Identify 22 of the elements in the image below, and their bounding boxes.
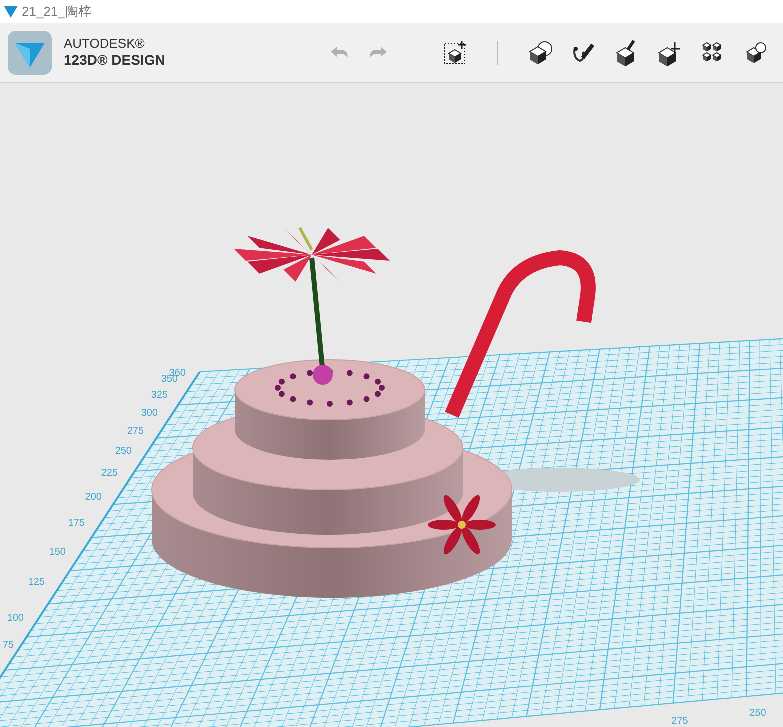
cube-group-icon[interactable]: [743, 40, 768, 66]
product-name: 123D® DESIGN: [64, 52, 166, 70]
grid-label: 100: [7, 613, 24, 624]
brand-name: AUTODESK®: [64, 36, 146, 52]
app-logo-icon: [4, 6, 18, 18]
grid-label: 175: [68, 518, 85, 529]
grid-label: 300: [141, 408, 158, 419]
grid-label: 150: [49, 547, 66, 558]
grid-label: 75: [2, 640, 14, 651]
window-title: 21_21_陶梓: [22, 2, 92, 21]
cube-sphere-icon[interactable]: [528, 40, 552, 66]
grid-label: 275: [127, 426, 144, 437]
grid-label: 250: [115, 446, 132, 457]
cube-arrows-icon[interactable]: [657, 40, 682, 66]
grid-label: 275: [672, 716, 688, 727]
grid-label: 200: [85, 492, 102, 503]
app-logo-icon[interactable]: [8, 30, 52, 74]
grid-label: 325: [151, 390, 168, 401]
cube-move-icon[interactable]: [443, 40, 468, 66]
grid-label: 125: [28, 577, 45, 588]
grid-label: 225: [101, 468, 118, 479]
grid-label: 250: [750, 708, 766, 719]
